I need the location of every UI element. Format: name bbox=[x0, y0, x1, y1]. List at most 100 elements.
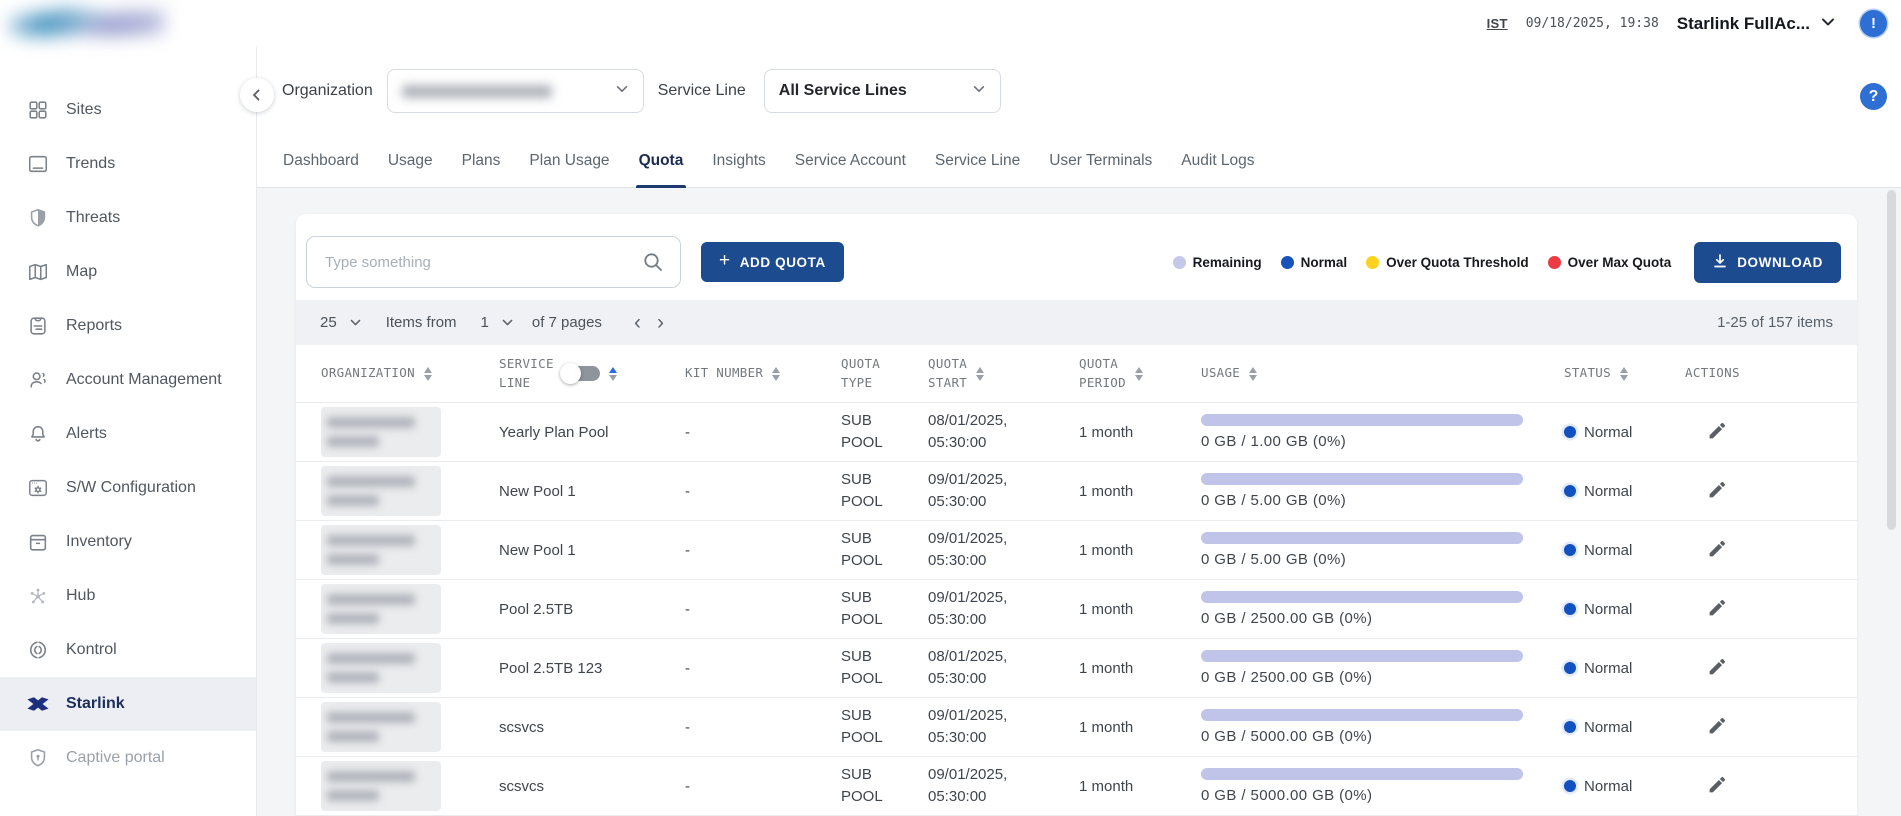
edit-quota-button[interactable] bbox=[1703, 770, 1732, 802]
sidebar-item-label: Captive portal bbox=[66, 749, 165, 767]
person-icon bbox=[26, 368, 50, 392]
trends-icon bbox=[26, 152, 50, 176]
items-from-label: Items from bbox=[386, 314, 457, 331]
help-button[interactable]: ? bbox=[1860, 83, 1887, 110]
tab-usage[interactable]: Usage bbox=[387, 152, 434, 187]
service-line-cell: scsvcs bbox=[499, 719, 685, 736]
tab-audit-logs[interactable]: Audit Logs bbox=[1180, 152, 1255, 187]
organization-cell-blurred bbox=[321, 761, 441, 811]
account-name: Starlink FullAc... bbox=[1677, 14, 1810, 34]
usage-bar bbox=[1201, 473, 1523, 485]
quota-period-cell: 1 month bbox=[1079, 778, 1201, 795]
pagination-bar: 25 Items from 1 of 7 pages ‹ bbox=[296, 300, 1857, 345]
sidebar-item-alerts[interactable]: Alerts bbox=[0, 407, 256, 461]
vertical-scrollbar[interactable] bbox=[1887, 190, 1896, 530]
edit-quota-button[interactable] bbox=[1703, 593, 1732, 625]
sidebar-collapse-button[interactable] bbox=[240, 78, 274, 112]
organization-select[interactable] bbox=[387, 69, 644, 113]
sidebar-item-captive-portal[interactable]: Captive portal bbox=[0, 731, 256, 785]
notification-badge[interactable]: ! bbox=[1860, 10, 1887, 37]
tab-service-line[interactable]: Service Line bbox=[934, 152, 1021, 187]
search-input[interactable] bbox=[306, 236, 681, 288]
sidebar-item-account-management[interactable]: Account Management bbox=[0, 353, 256, 407]
quota-type-cell: SUB POOL bbox=[841, 705, 928, 749]
sidebar-item-trends[interactable]: Trends bbox=[0, 137, 256, 191]
table-row: New Pool 1 - SUB POOL 09/01/2025,05:30:0… bbox=[296, 462, 1857, 521]
sort-usage[interactable] bbox=[1249, 367, 1257, 381]
page-number-select[interactable]: 1 bbox=[481, 314, 514, 331]
quota-type-cell: SUB POOL bbox=[841, 764, 928, 808]
sidebar-item-label: Map bbox=[66, 263, 97, 281]
sort-status[interactable] bbox=[1620, 367, 1628, 381]
map-icon bbox=[26, 260, 50, 284]
usage-bar bbox=[1201, 591, 1523, 603]
sidebar-item-sites[interactable]: Sites bbox=[0, 83, 256, 137]
organization-cell-blurred bbox=[321, 584, 441, 634]
next-page-button[interactable]: › bbox=[655, 312, 666, 333]
sidebar-item-hub[interactable]: Hub bbox=[0, 569, 256, 623]
remaining-dot-icon bbox=[1173, 256, 1186, 269]
edit-quota-button[interactable] bbox=[1703, 652, 1732, 684]
sidebar-item-reports[interactable]: Reports bbox=[0, 299, 256, 353]
sidebar-item-label: Account Management bbox=[66, 371, 222, 389]
prev-page-button[interactable]: ‹ bbox=[632, 312, 643, 333]
sidebar-item-kontrol[interactable]: Kontrol bbox=[0, 623, 256, 677]
sidebar-item-inventory[interactable]: Inventory bbox=[0, 515, 256, 569]
edit-quota-button[interactable] bbox=[1703, 534, 1732, 566]
sort-organization[interactable] bbox=[424, 367, 432, 381]
tab-service-account[interactable]: Service Account bbox=[794, 152, 907, 187]
tab-quota[interactable]: Quota bbox=[638, 152, 685, 187]
edit-quota-button[interactable] bbox=[1703, 475, 1732, 507]
sort-quota-period[interactable] bbox=[1135, 367, 1143, 381]
sidebar-item-threats[interactable]: Threats bbox=[0, 191, 256, 245]
tab-dashboard[interactable]: Dashboard bbox=[282, 152, 360, 187]
legend-over-quota-threshold: Over Quota Threshold bbox=[1366, 255, 1529, 270]
over-quota-dot-icon bbox=[1366, 256, 1379, 269]
sidebar-item-sw-configuration[interactable]: S/W Configuration bbox=[0, 461, 256, 515]
organization-label: Organization bbox=[282, 82, 373, 100]
usage-cell: 0 GB / 2500.00 GB (0%) bbox=[1201, 650, 1564, 686]
tab-plans[interactable]: Plans bbox=[461, 152, 502, 187]
normal-dot-icon bbox=[1281, 256, 1294, 269]
service-line-cell: Pool 2.5TB bbox=[499, 601, 685, 618]
kit-number-cell: - bbox=[685, 778, 841, 795]
service-line-cell: scsvcs bbox=[499, 778, 685, 795]
usage-cell: 0 GB / 2500.00 GB (0%) bbox=[1201, 591, 1564, 627]
tab-plan-usage[interactable]: Plan Usage bbox=[528, 152, 610, 187]
shield-half-icon bbox=[26, 206, 50, 230]
account-menu[interactable]: Starlink FullAc... bbox=[1677, 14, 1836, 34]
edit-quota-button[interactable] bbox=[1703, 416, 1732, 448]
usage-bar bbox=[1201, 532, 1523, 544]
sort-service-line[interactable] bbox=[609, 367, 617, 381]
timezone-link[interactable]: IST bbox=[1487, 16, 1508, 31]
quota-period-cell: 1 month bbox=[1079, 601, 1201, 618]
service-line-select[interactable]: All Service Lines bbox=[764, 69, 1001, 113]
status-cell: Normal bbox=[1564, 719, 1685, 736]
chevron-down-icon bbox=[615, 82, 629, 101]
status-cell: Normal bbox=[1564, 660, 1685, 677]
status-dot-icon bbox=[1564, 426, 1576, 438]
tab-insights[interactable]: Insights bbox=[711, 152, 766, 187]
sidebar-item-label: Starlink bbox=[66, 695, 125, 713]
sort-kit-number[interactable] bbox=[772, 367, 780, 381]
download-button[interactable]: DOWNLOAD bbox=[1694, 242, 1841, 283]
sidebar-item-map[interactable]: Map bbox=[0, 245, 256, 299]
edit-quota-button[interactable] bbox=[1703, 711, 1732, 743]
add-quota-button[interactable]: + ADD QUOTA bbox=[701, 242, 844, 282]
page-size-select[interactable]: 25 bbox=[320, 314, 362, 331]
usage-cell: 0 GB / 5.00 GB (0%) bbox=[1201, 473, 1564, 509]
kit-number-cell: - bbox=[685, 542, 841, 559]
organization-cell-blurred bbox=[321, 702, 441, 752]
app-logo-blurred bbox=[8, 2, 166, 45]
sidebar-item-starlink[interactable]: Starlink bbox=[0, 677, 256, 731]
sidebar-item-label: Hub bbox=[66, 587, 95, 605]
grid-icon bbox=[26, 98, 50, 122]
service-line-toggle[interactable] bbox=[563, 366, 600, 381]
add-quota-label: ADD QUOTA bbox=[740, 255, 826, 270]
box-icon bbox=[26, 530, 50, 554]
tab-user-terminals[interactable]: User Terminals bbox=[1048, 152, 1153, 187]
usage-bar bbox=[1201, 768, 1523, 780]
kit-number-cell: - bbox=[685, 601, 841, 618]
service-line-cell: Yearly Plan Pool bbox=[499, 424, 685, 441]
sort-quota-start[interactable] bbox=[976, 367, 984, 381]
